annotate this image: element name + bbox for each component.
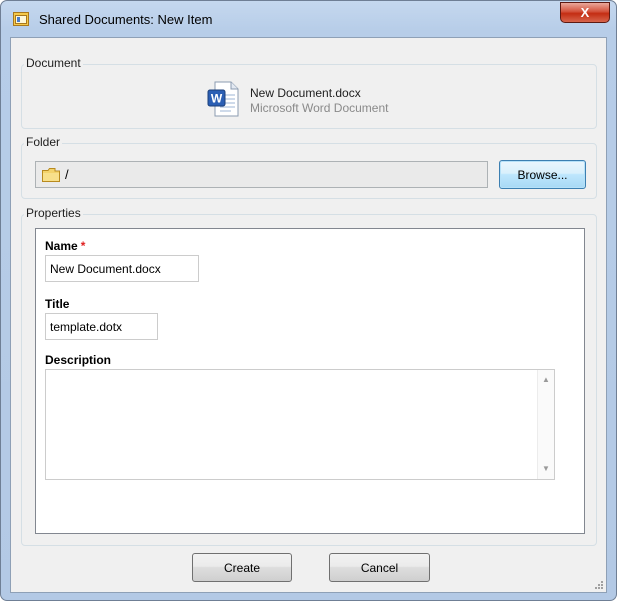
document-file-name: New Document.docx <box>250 86 361 100</box>
title-label: Title <box>45 297 70 311</box>
browse-button-label: Browse... <box>517 167 568 182</box>
browse-button[interactable]: Browse... <box>499 160 586 189</box>
required-indicator: * <box>80 239 86 253</box>
create-button-label: Create <box>223 560 261 575</box>
title-bar[interactable]: Shared Documents: New Item X <box>1 1 616 37</box>
svg-text:W: W <box>211 92 223 106</box>
cancel-button[interactable]: Cancel <box>329 553 430 582</box>
description-textarea[interactable]: ▲ ▼ <box>45 369 555 480</box>
description-scrollbar[interactable]: ▲ ▼ <box>537 370 554 479</box>
app-icon <box>13 12 29 26</box>
dialog-window: Shared Documents: New Item X Document W … <box>0 0 617 601</box>
name-label-text: Name <box>45 239 78 253</box>
word-document-icon: W <box>207 81 239 117</box>
properties-group: Properties Name* Title Description ▲ ▼ <box>21 206 597 546</box>
folder-path-field: / <box>35 161 488 188</box>
document-group: Document W New Document.docx Microsoft W… <box>21 56 597 129</box>
name-input[interactable] <box>45 255 199 282</box>
document-group-label: Document <box>24 56 83 70</box>
window-title: Shared Documents: New Item <box>39 12 213 27</box>
create-button[interactable]: Create <box>192 553 292 582</box>
title-input[interactable] <box>45 313 158 340</box>
folder-group: Folder / Browse... <box>21 135 597 199</box>
properties-panel: Name* Title Description ▲ ▼ <box>35 228 585 534</box>
name-label: Name * <box>45 239 85 253</box>
dialog-content: Document W New Document.docx Microsoft W… <box>10 37 607 593</box>
folder-group-label: Folder <box>24 135 63 149</box>
resize-grip-icon[interactable] <box>594 580 604 590</box>
scroll-up-arrow-icon[interactable]: ▲ <box>541 375 551 385</box>
properties-group-label: Properties <box>24 206 83 220</box>
document-file-type: Microsoft Word Document <box>250 101 389 115</box>
close-button[interactable]: X <box>560 2 610 23</box>
scroll-down-arrow-icon[interactable]: ▼ <box>541 464 551 474</box>
folder-path-value: / <box>65 167 69 182</box>
close-icon: X <box>580 5 590 20</box>
description-label: Description <box>45 353 112 367</box>
folder-icon <box>42 168 60 182</box>
cancel-button-label: Cancel <box>360 560 399 575</box>
